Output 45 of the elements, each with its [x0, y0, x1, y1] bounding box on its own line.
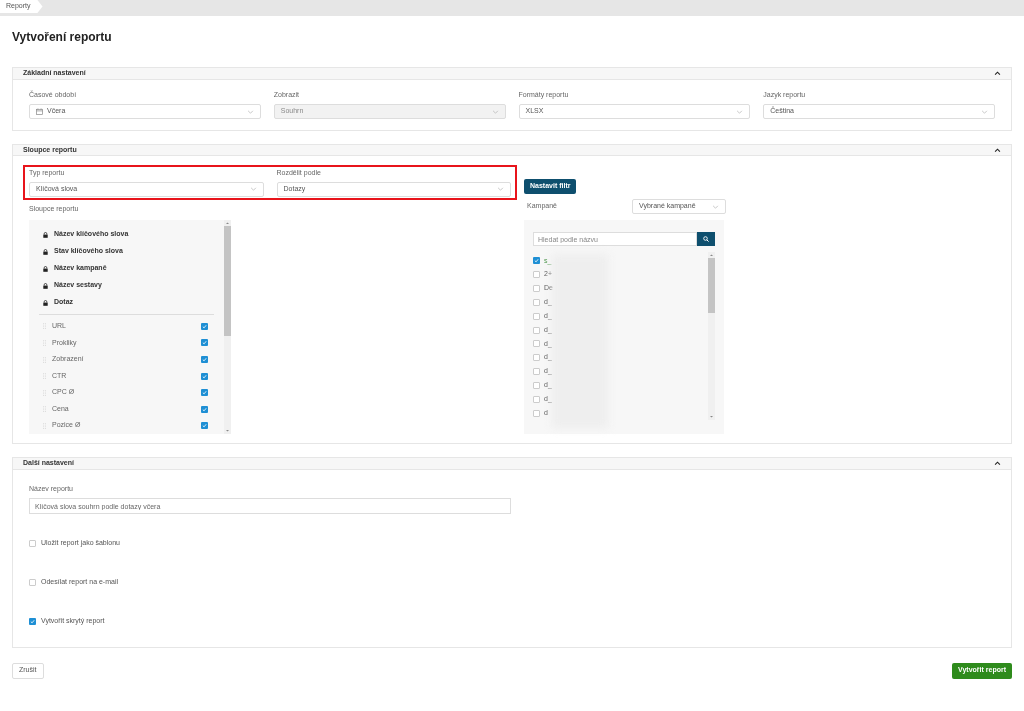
checkbox[interactable] — [533, 271, 540, 279]
checkbox[interactable] — [533, 312, 540, 320]
checkbox[interactable] — [533, 409, 540, 417]
checkbox[interactable] — [533, 368, 540, 376]
collapse-chevron-icon[interactable] — [994, 461, 1001, 466]
checkbox[interactable] — [533, 298, 540, 306]
scroll-up-icon[interactable] — [709, 252, 714, 258]
scrollbar[interactable] — [224, 220, 231, 434]
lock-icon — [43, 299, 48, 306]
checkbox[interactable] — [201, 422, 208, 430]
lock-icon — [43, 282, 48, 289]
search-icon — [703, 236, 709, 242]
scroll-up-icon[interactable] — [225, 220, 230, 226]
lock-icon — [43, 231, 48, 238]
calendar-icon — [36, 108, 43, 115]
search-button[interactable] — [697, 232, 715, 246]
checkbox[interactable] — [201, 339, 208, 347]
chevron-down-icon — [497, 187, 504, 191]
scrollbar[interactable] — [708, 252, 715, 420]
checkbox[interactable] — [29, 540, 36, 547]
checkbox[interactable] — [533, 257, 540, 265]
checkbox[interactable] — [201, 405, 208, 413]
checkbox[interactable] — [29, 579, 36, 586]
scroll-down-icon[interactable] — [225, 428, 230, 434]
collapse-chevron-icon[interactable] — [994, 147, 1001, 152]
checkbox[interactable] — [533, 326, 540, 334]
page-title: Vytvoření reportu — [12, 28, 112, 46]
checkbox[interactable] — [201, 372, 208, 380]
chevron-down-icon — [249, 187, 257, 191]
collapse-chevron-icon[interactable] — [994, 71, 1001, 76]
chevron-down-icon — [736, 109, 744, 114]
checkbox[interactable] — [533, 354, 540, 362]
chevron-down-icon — [246, 109, 254, 114]
lock-icon — [43, 248, 48, 255]
checkbox[interactable] — [201, 389, 208, 397]
scroll-down-icon[interactable] — [709, 414, 714, 420]
checkbox[interactable] — [201, 322, 208, 330]
lock-icon — [43, 265, 48, 272]
chevron-down-icon — [712, 204, 719, 209]
checkbox[interactable] — [533, 340, 540, 348]
chevron-down-icon — [491, 109, 499, 114]
checkbox[interactable] — [533, 285, 540, 293]
checkbox[interactable] — [533, 381, 540, 389]
checkbox[interactable] — [533, 395, 540, 403]
chevron-down-icon — [981, 109, 988, 114]
